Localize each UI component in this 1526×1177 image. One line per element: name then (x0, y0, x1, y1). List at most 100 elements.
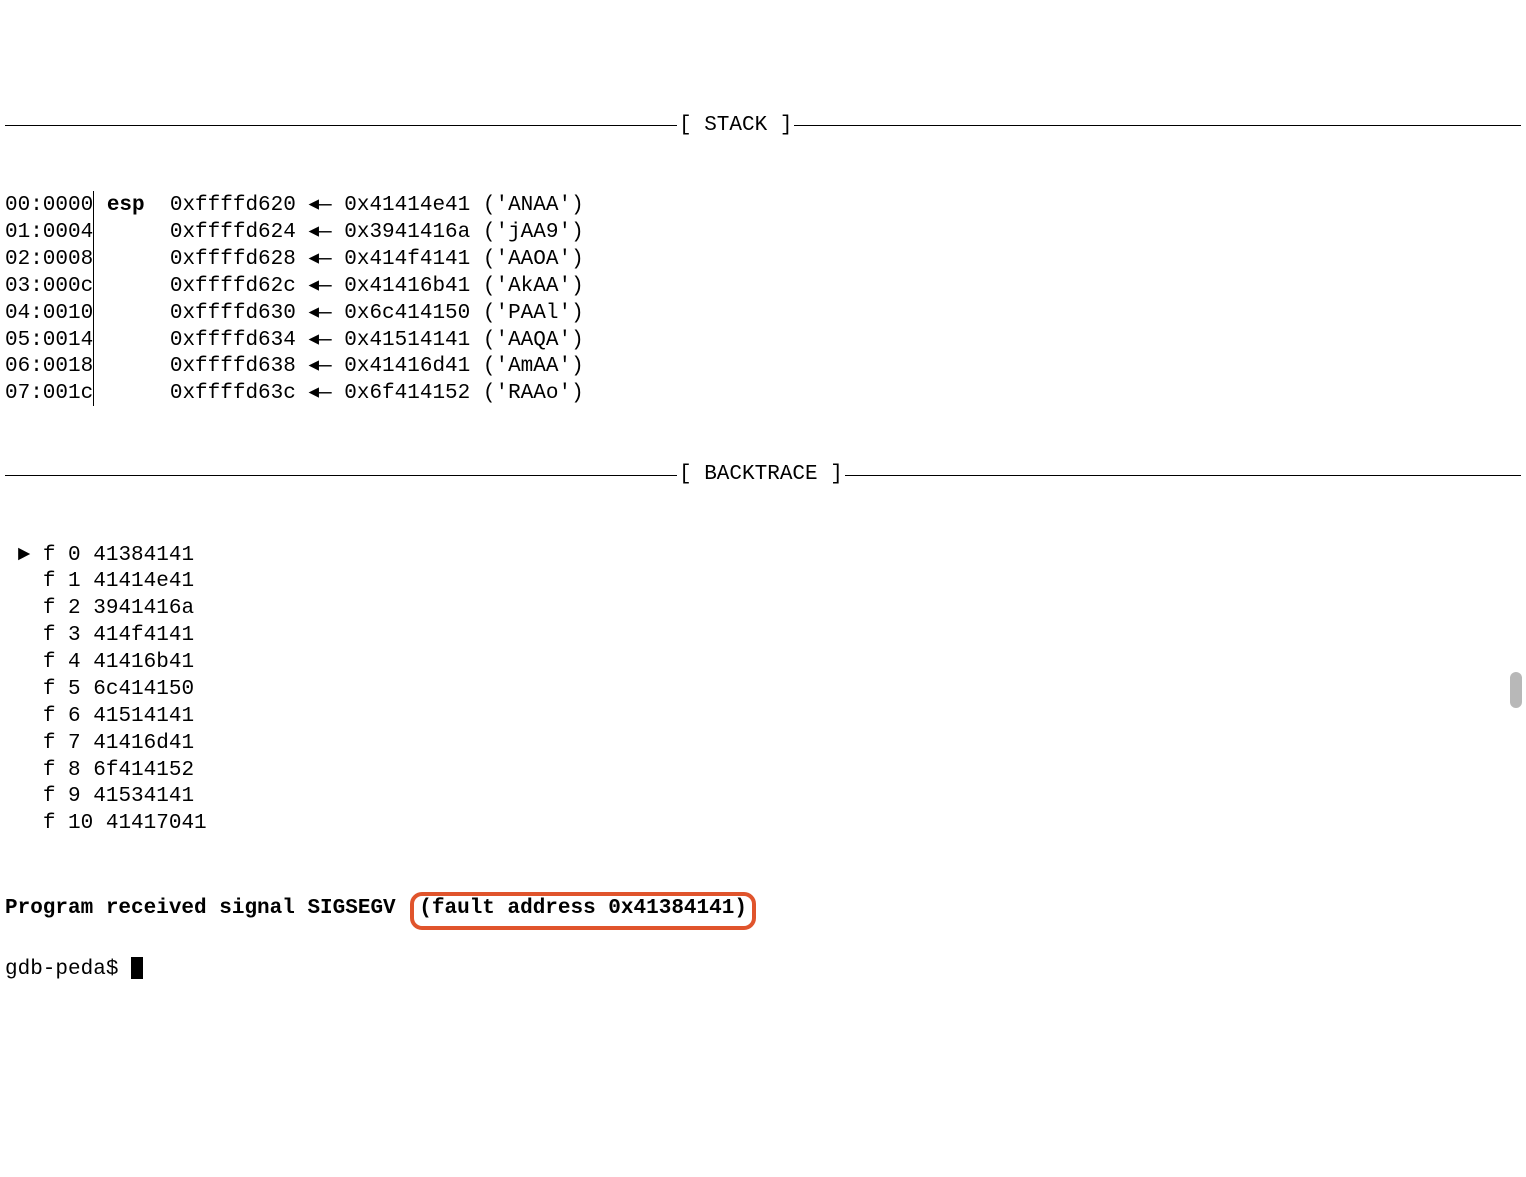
stack-offset: 01:0004 (5, 220, 93, 247)
backtrace-row: f 8 6f414152 (5, 758, 1521, 785)
frame-address: 6c414150 (93, 678, 194, 701)
backtrace-row: f 7 41416d41 (5, 731, 1521, 758)
stack-register (94, 301, 170, 328)
stack-value: 0x41414e41 (344, 193, 470, 220)
backtrace-indent (5, 570, 43, 593)
scrollbar[interactable] (1510, 0, 1522, 718)
frame-address: 3941416a (93, 597, 194, 620)
arrow-left-icon: ◂— (296, 193, 344, 220)
stack-row: 06:0018 0xffffd638 ◂— 0x41416d41 ('AmAA'… (5, 354, 1521, 381)
stack-register (94, 247, 170, 274)
backtrace-indent (5, 732, 43, 755)
frame-address: 41416b41 (93, 651, 194, 674)
frame-address: 41414e41 (93, 570, 194, 593)
stack-row: 00:0000 esp 0xffffd620 ◂— 0x41414e41 ('A… (5, 193, 1521, 220)
backtrace-section-label: [ BACKTRACE ] (677, 462, 845, 489)
stack-address: 0xffffd620 (170, 193, 296, 220)
backtrace-indent (5, 651, 43, 674)
prompt-text: gdb-peda$ (5, 958, 131, 981)
cursor-icon (131, 957, 143, 979)
backtrace-indent (5, 597, 43, 620)
backtrace-row: f 9 41534141 (5, 784, 1521, 811)
frame-label: f 7 (43, 732, 81, 755)
scrollbar-thumb[interactable] (1510, 672, 1522, 708)
frame-label: f 9 (43, 785, 81, 808)
stack-section-label: [ STACK ] (677, 113, 794, 140)
stack-offset: 02:0008 (5, 247, 93, 274)
stack-register (94, 354, 170, 381)
backtrace-indent (5, 678, 43, 701)
stack-value: 0x3941416a (344, 220, 470, 247)
frame-label: f 5 (43, 678, 81, 701)
backtrace-indent (5, 705, 43, 728)
frame-label: f 1 (43, 570, 81, 593)
divider-line-right (845, 475, 1521, 476)
frame-label: f 0 (43, 544, 81, 567)
stack-register (94, 220, 170, 247)
stack-value: 0x41416b41 (344, 274, 470, 301)
stack-value: 0x414f4141 (344, 247, 470, 274)
stack-address: 0xffffd638 (170, 354, 296, 381)
backtrace-row: f 10 41417041 (5, 811, 1521, 838)
divider-line-left (5, 125, 677, 126)
stack-address: 0xffffd63c (170, 381, 296, 408)
stack-row: 02:0008 0xffffd628 ◂— 0x414f4141 ('AAOA'… (5, 247, 1521, 274)
stack-address: 0xffffd624 (170, 220, 296, 247)
stack-value: 0x6f414152 (344, 381, 470, 408)
stack-dump: 00:0000 esp 0xffffd620 ◂— 0x41414e41 ('A… (5, 193, 1521, 408)
arrow-left-icon: ◂— (296, 301, 344, 328)
backtrace-row: f 3 414f4141 (5, 623, 1521, 650)
frame-address: 41417041 (106, 812, 207, 835)
fault-address-highlight: (fault address 0x41384141) (410, 892, 756, 930)
stack-row: 01:0004 0xffffd624 ◂— 0x3941416a ('jAA9'… (5, 220, 1521, 247)
stack-ascii: ('AkAA') (470, 274, 583, 301)
stack-ascii: ('AAOA') (470, 247, 583, 274)
stack-offset: 06:0018 (5, 354, 93, 381)
arrow-left-icon: ◂— (296, 247, 344, 274)
stack-value: 0x6c414150 (344, 301, 470, 328)
stack-ascii: ('AAQA') (470, 328, 583, 355)
stack-row: 07:001c 0xffffd63c ◂— 0x6f414152 ('RAAo'… (5, 381, 1521, 408)
stack-section-header: [ STACK ] (5, 113, 1521, 140)
prompt-line[interactable]: gdb-peda$ (5, 957, 1521, 984)
backtrace-row: f 1 41414e41 (5, 569, 1521, 596)
frame-address: 41384141 (93, 544, 194, 567)
backtrace-section-header: [ BACKTRACE ] (5, 462, 1521, 489)
backtrace-indent (5, 624, 43, 647)
stack-offset: 00:0000 (5, 193, 93, 220)
frame-address: 41534141 (93, 785, 194, 808)
stack-register (94, 274, 170, 301)
backtrace-row: f 6 41514141 (5, 704, 1521, 731)
stack-address: 0xffffd634 (170, 328, 296, 355)
stack-row: 04:0010 0xffffd630 ◂— 0x6c414150 ('PAAl'… (5, 301, 1521, 328)
stack-ascii: ('AmAA') (470, 354, 583, 381)
arrow-left-icon: ◂— (296, 354, 344, 381)
stack-address: 0xffffd628 (170, 247, 296, 274)
backtrace-row: f 5 6c414150 (5, 677, 1521, 704)
backtrace-indent (5, 812, 43, 835)
frame-label: f 10 (43, 812, 93, 835)
stack-value: 0x41416d41 (344, 354, 470, 381)
triangle-right-icon: ► (5, 544, 43, 567)
divider-line-right (794, 125, 1521, 126)
backtrace-row: f 4 41416b41 (5, 650, 1521, 677)
stack-register: esp (94, 193, 170, 220)
divider-line-left (5, 475, 677, 476)
stack-value: 0x41514141 (344, 328, 470, 355)
frame-label: f 6 (43, 705, 81, 728)
frame-address: 41514141 (93, 705, 194, 728)
stack-offset: 07:001c (5, 381, 93, 408)
stack-offset: 03:000c (5, 274, 93, 301)
arrow-left-icon: ◂— (296, 381, 344, 408)
backtrace-indent (5, 785, 43, 808)
stack-register (94, 381, 170, 408)
stack-ascii: ('jAA9') (470, 220, 583, 247)
frame-address: 41416d41 (93, 732, 194, 755)
stack-ascii: ('ANAA') (470, 193, 583, 220)
stack-address: 0xffffd630 (170, 301, 296, 328)
backtrace-indent (5, 759, 43, 782)
arrow-left-icon: ◂— (296, 274, 344, 301)
frame-label: f 8 (43, 759, 81, 782)
stack-ascii: ('PAAl') (470, 301, 583, 328)
arrow-left-icon: ◂— (296, 328, 344, 355)
